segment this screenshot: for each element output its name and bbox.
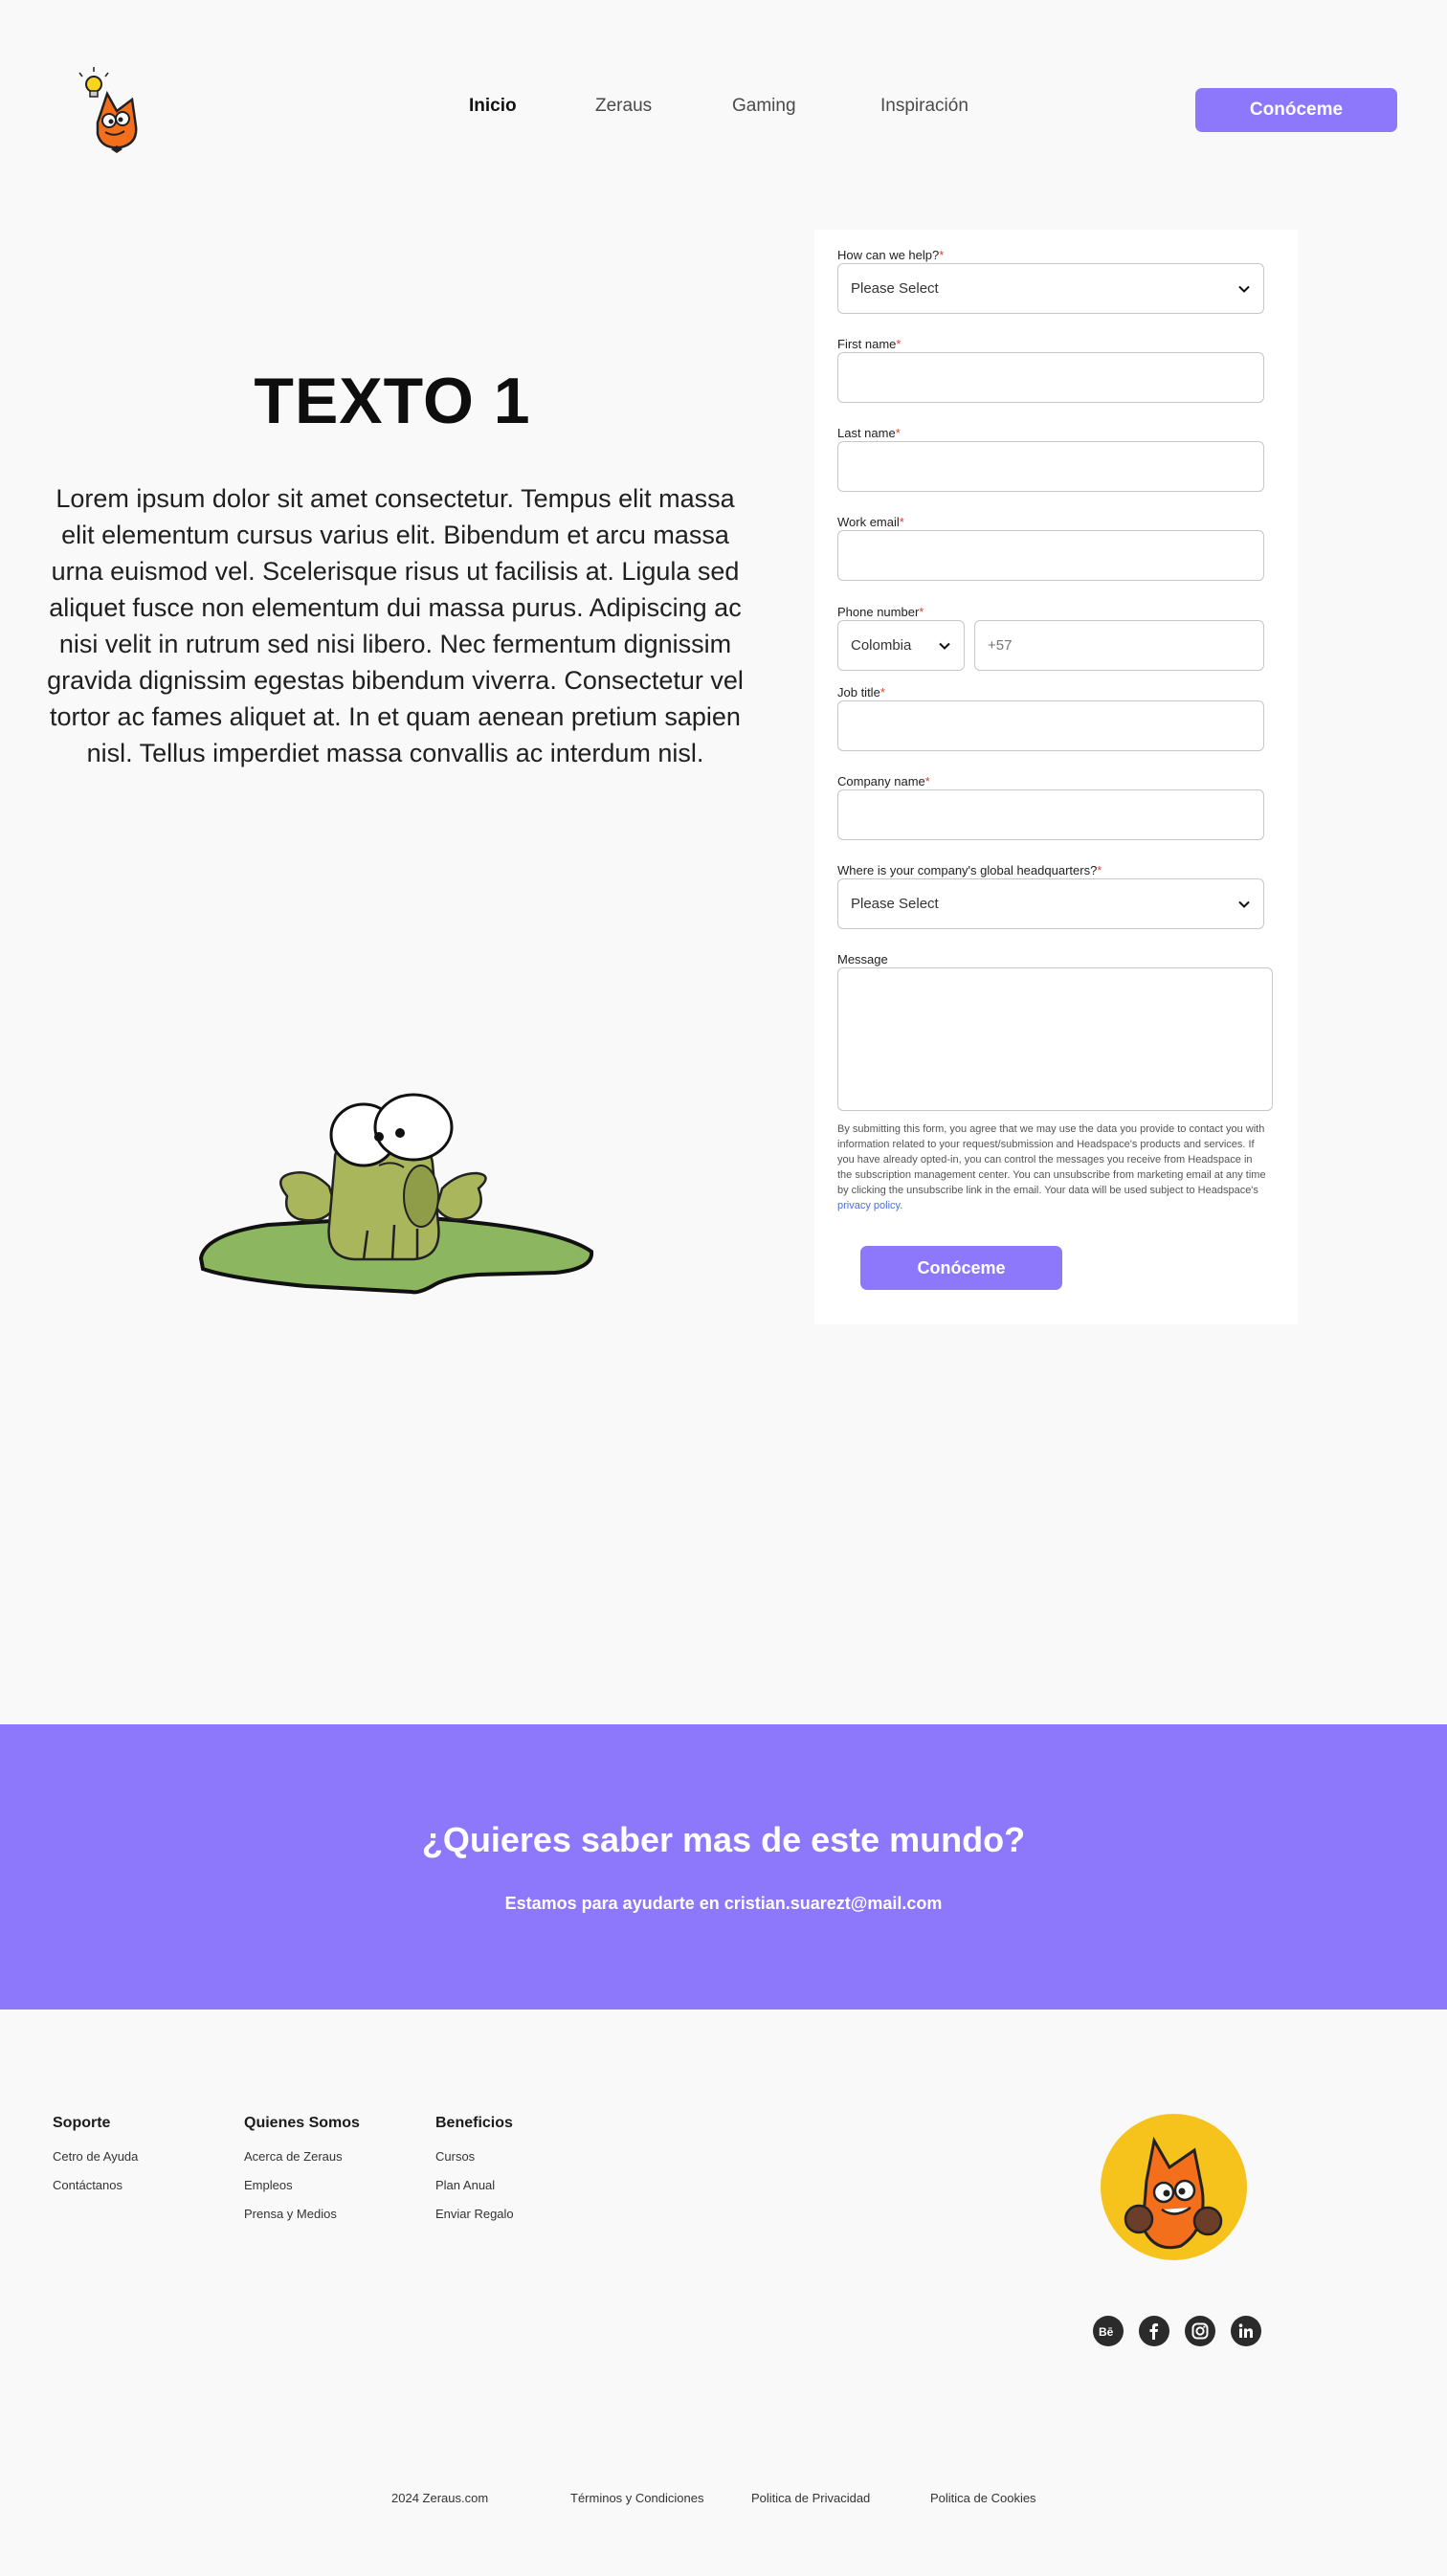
facebook-glyph xyxy=(1149,2323,1158,2340)
frog-on-lilypad-illustration xyxy=(198,1093,594,1295)
footer-link-centro-ayuda[interactable]: Cetro de Ayuda xyxy=(53,2149,138,2164)
job-title-label: Job title* xyxy=(837,685,885,700)
fox-mascot-illustration xyxy=(1124,2136,1223,2250)
cta-band xyxy=(0,1724,1447,2010)
terms-link[interactable]: Términos y Condiciones xyxy=(570,2491,703,2505)
footer-link-empleos[interactable]: Empleos xyxy=(244,2178,293,2192)
chevron-down-icon xyxy=(939,642,950,650)
copyright-text: 2024 Zeraus.com xyxy=(391,2491,489,2505)
facebook-icon[interactable] xyxy=(1139,2316,1169,2346)
fox-avatar xyxy=(1101,2114,1247,2260)
work-email-input[interactable] xyxy=(837,530,1264,581)
hq-label: Where is your company's global headquart… xyxy=(837,863,1102,877)
instagram-glyph xyxy=(1191,2322,1209,2340)
hero-body: Lorem ipsum dolor sit amet consectetur. … xyxy=(47,484,744,767)
linkedin-glyph xyxy=(1238,2323,1253,2338)
nav-inspiracion[interactable]: Inspiración xyxy=(880,96,968,117)
phone-label: Phone number* xyxy=(837,605,924,619)
hq-select[interactable]: Please Select xyxy=(837,878,1264,929)
contact-form: How can we help?* Please Select First na… xyxy=(814,230,1298,1324)
cookies-link[interactable]: Politica de Cookies xyxy=(930,2491,1036,2505)
footer-link-plan-anual[interactable]: Plan Anual xyxy=(435,2178,495,2192)
first-name-input[interactable] xyxy=(837,352,1264,403)
footer-heading-beneficios: Beneficios xyxy=(435,2115,513,2131)
footer-heading-soporte: Soporte xyxy=(53,2115,111,2131)
behance-icon[interactable]: Bē xyxy=(1093,2316,1124,2346)
last-name-input[interactable] xyxy=(837,441,1264,492)
zeraus-fox-logo[interactable] xyxy=(78,67,147,155)
nav-inicio[interactable]: Inicio xyxy=(469,96,517,117)
header-conoceme-button[interactable]: Conóceme xyxy=(1195,88,1397,132)
help-select-value: Please Select xyxy=(851,280,939,297)
cta-title: ¿Quieres saber mas de este mundo? xyxy=(421,1820,1026,1859)
privacy-link[interactable]: Politica de Privacidad xyxy=(751,2491,870,2505)
phone-input[interactable] xyxy=(974,620,1264,671)
consent-tail: . xyxy=(900,1200,903,1211)
footer-link-acerca[interactable]: Acerca de Zeraus xyxy=(244,2149,343,2164)
form-submit-button[interactable]: Conóceme xyxy=(860,1246,1062,1290)
hero-title: TEXTO 1 xyxy=(254,365,531,437)
country-select-value: Colombia xyxy=(851,637,912,654)
job-title-input[interactable] xyxy=(837,700,1264,751)
consent-body: By submitting this form, you agree that … xyxy=(837,1123,1266,1196)
country-select[interactable]: Colombia xyxy=(837,620,965,671)
cta-subtitle: Estamos para ayudarte en cristian.suarez… xyxy=(504,1894,943,1913)
linkedin-icon[interactable] xyxy=(1231,2316,1261,2346)
lightbulb-icon xyxy=(78,67,109,98)
first-name-label: First name* xyxy=(837,337,902,351)
consent-text: By submitting this form, you agree that … xyxy=(837,1121,1266,1213)
footer-link-prensa[interactable]: Prensa y Medios xyxy=(244,2207,337,2221)
help-select[interactable]: Please Select xyxy=(837,263,1264,314)
instagram-icon[interactable] xyxy=(1185,2316,1215,2346)
help-label: How can we help?* xyxy=(837,248,945,262)
footer-link-enviar-regalo[interactable]: Enviar Regalo xyxy=(435,2207,514,2221)
work-email-label: Work email* xyxy=(837,515,904,529)
chevron-down-icon xyxy=(1238,900,1250,908)
nav-zeraus[interactable]: Zeraus xyxy=(595,96,652,117)
footer-heading-quienes-somos: Quienes Somos xyxy=(244,2115,360,2131)
company-name-label: Company name* xyxy=(837,774,930,788)
company-name-input[interactable] xyxy=(837,789,1264,840)
footer-link-contactanos[interactable]: Contáctanos xyxy=(53,2178,122,2192)
footer-link-cursos[interactable]: Cursos xyxy=(435,2149,475,2164)
last-name-label: Last name* xyxy=(837,426,901,440)
message-label: Message xyxy=(837,952,888,966)
svg-text:Bē: Bē xyxy=(1099,2325,1114,2338)
privacy-policy-link[interactable]: privacy policy xyxy=(837,1200,900,1211)
hq-select-value: Please Select xyxy=(851,896,939,912)
behance-glyph: Bē xyxy=(1099,2325,1114,2338)
chevron-down-icon xyxy=(1238,285,1250,293)
message-textarea[interactable] xyxy=(837,967,1273,1111)
nav-gaming[interactable]: Gaming xyxy=(732,96,796,117)
